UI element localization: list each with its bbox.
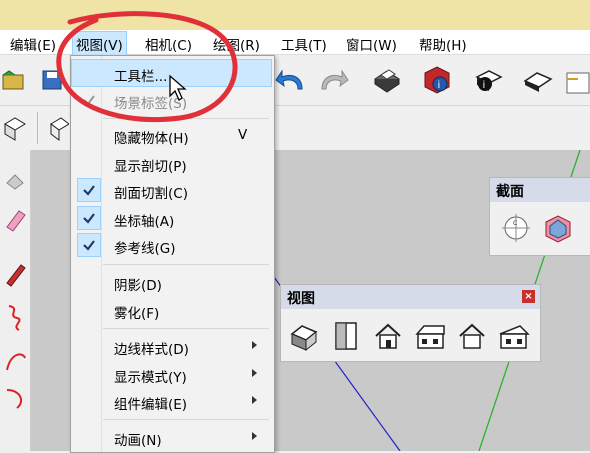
annotation-circle: [56, 11, 238, 122]
